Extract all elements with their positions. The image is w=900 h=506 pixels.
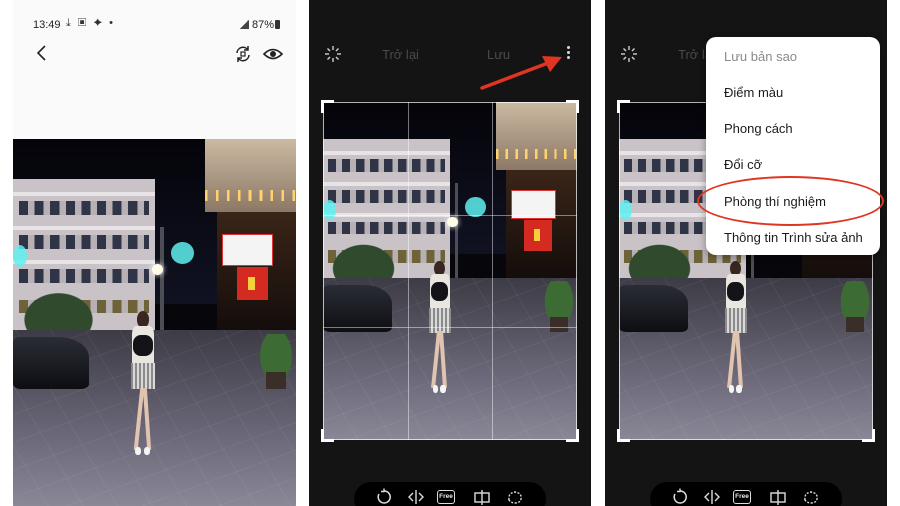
signal-icon [238,20,249,29]
auto-enhance-sparkle-icon[interactable] [324,45,342,63]
menu-item-color-point[interactable]: Điểm màu [724,85,783,100]
annotation-highlight-ring [697,176,884,226]
crop-handle-bottom-right[interactable] [862,429,875,442]
crop-handle-top-left[interactable] [321,100,334,113]
crop-area[interactable] [321,100,579,442]
crop-handle-bottom-left[interactable] [321,429,334,442]
crop-handle-top-right[interactable] [566,100,579,113]
menu-item-style[interactable]: Phong cách [724,121,793,136]
rotate-icon[interactable] [375,488,393,506]
free-crop-icon[interactable]: Free [733,490,751,504]
aspect-icon[interactable] [769,488,787,506]
crop-frame [323,102,577,440]
transform-toolbar: Free [650,482,842,506]
flip-icon[interactable] [407,488,425,506]
annotation-arrow [476,52,566,94]
auto-enhance-sparkle-icon[interactable] [620,45,638,63]
battery-icon [275,20,280,29]
menu-item-editor-info[interactable]: Thông tin Trình sửa ảnh [724,230,863,245]
person [126,311,160,458]
eye-icon[interactable] [262,44,284,64]
flip-icon[interactable] [703,488,721,506]
status-time: 13:49 [33,19,61,31]
flag [236,267,268,301]
status-bar: 13:49 ⤓ ▣ ✦ • 87% [13,0,296,46]
aspect-icon[interactable] [473,488,491,506]
photo[interactable] [13,139,296,506]
crop-handle-bottom-right[interactable] [566,429,579,442]
revert-button[interactable]: Trở lại [382,47,419,62]
crop-handle-bottom-left[interactable] [617,429,630,442]
free-crop-icon[interactable]: Free [437,490,455,504]
back-icon[interactable] [33,44,51,62]
transform-toolbar: Free [354,482,546,506]
rotate-icon[interactable] [671,488,689,506]
lasso-icon[interactable] [506,488,524,506]
menu-item-save-copy[interactable]: Lưu bản sao [724,49,797,64]
gallery-viewer-screen: 13:49 ⤓ ▣ ✦ • 87% [13,0,296,506]
car [13,337,90,389]
notification-icons: ⤓ ▣ ✦ • [66,17,115,29]
shop-sign [222,234,273,266]
crop-handle-top-left[interactable] [617,100,630,113]
battery-level: 87% [251,19,274,31]
rotate-screen-icon[interactable] [233,44,253,64]
lasso-icon[interactable] [802,488,820,506]
status-right: 87% [238,19,280,31]
menu-item-resize[interactable]: Đổi cỡ [724,157,762,172]
